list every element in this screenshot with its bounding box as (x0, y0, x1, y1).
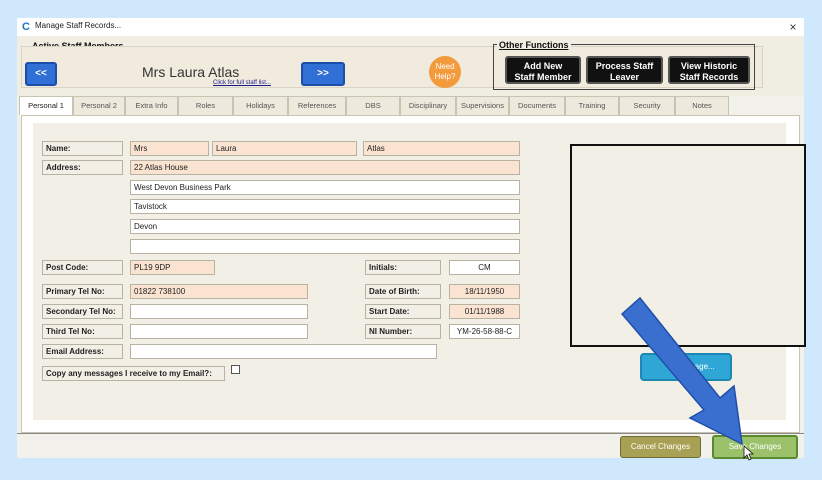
annotation-arrow-overlay (620, 296, 755, 461)
annotation-arrow-icon (620, 296, 743, 446)
mouse-cursor-icon (743, 445, 755, 461)
